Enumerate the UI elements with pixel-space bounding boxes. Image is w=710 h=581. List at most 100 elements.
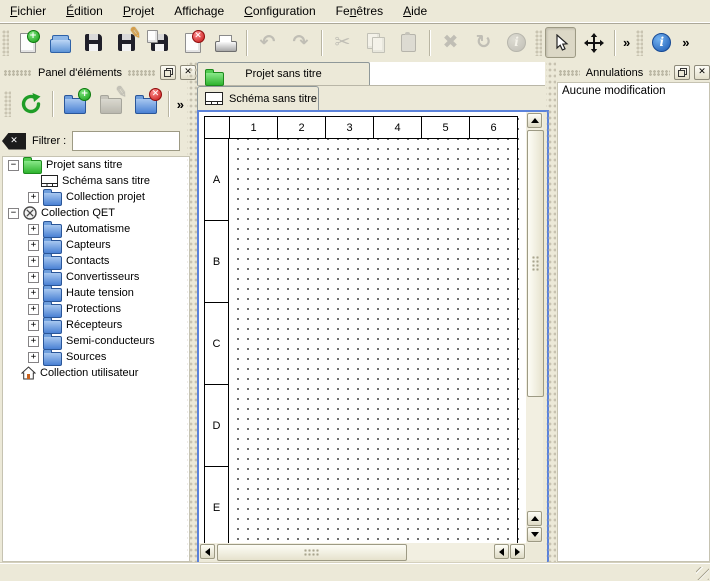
folder-new-icon: + [60,89,90,119]
horizontal-scrollbar-thumb[interactable] [217,544,407,561]
tree-expander-icon[interactable]: + [28,272,39,283]
tree-item-projet-sans-titre[interactable]: −Projet sans titre [3,157,189,173]
save-all-button[interactable] [144,27,175,58]
tree-item-collection-qet[interactable]: −Collection QET [3,205,189,221]
menu-fichier[interactable]: Fichier [0,1,56,21]
tree-expander-icon[interactable]: + [28,336,39,347]
print-button[interactable] [210,27,241,58]
refresh-icon [16,89,46,119]
scroll-left-button-2[interactable] [494,544,509,559]
titlebar-texture [649,70,670,76]
new-category-button[interactable]: + [58,87,91,121]
tree-item-label: Convertisseurs [66,271,139,283]
tree-item-label: Sources [66,351,106,363]
titlebar-texture [559,70,580,76]
schema-icon [41,175,58,187]
tree-item-capteurs[interactable]: +Capteurs [3,237,189,253]
diagram-information-button[interactable]: i [646,27,677,58]
blue-folder-icon [43,240,62,254]
menu-projet[interactable]: Projet [113,1,164,21]
undo-panel-title: Annulations [584,67,646,79]
scroll-left-button[interactable] [200,544,215,559]
tree-item-label: Récepteurs [66,319,122,331]
tree-expander-icon[interactable]: + [28,256,39,267]
close-file-button[interactable]: ✕ [177,27,208,58]
save-icon [81,30,107,56]
scroll-down-button[interactable] [527,527,542,542]
menu-configuration[interactable]: Configuration [234,1,326,21]
diagram-canvas[interactable]: 123456ABCDE [199,112,526,543]
panel-toolbar-overflow[interactable]: » [173,89,188,119]
left-splitter[interactable] [187,62,197,562]
tree-item-recepteurs[interactable]: + Récepteurs [3,317,189,333]
green-folder-icon [23,160,42,174]
horizontal-scrollbar[interactable] [199,543,526,560]
scroll-up-button-2[interactable] [527,511,542,526]
save-as-button[interactable]: ✎ [111,27,142,58]
schema-tab-bar: Schéma sans titre [197,85,545,110]
sheet-row-area [229,385,517,467]
toolbar-separator [52,91,53,117]
element-information-button: i [501,27,532,58]
float-undo-panel-button[interactable] [674,65,690,80]
tree-item-schema-sans-titre[interactable]: Schéma sans titre [3,173,189,189]
selection-toolbar-overflow[interactable]: » [619,28,634,58]
toolbar-handle[interactable] [636,30,643,56]
menu-edition[interactable]: Édition [56,1,113,21]
toolbar-separator [614,30,615,56]
delete-category-button[interactable]: ✕ [129,87,162,121]
toolbar-handle[interactable] [4,91,11,117]
folder-edit-icon: ✎ [96,89,126,119]
tree-item-automatisme[interactable]: +Automatisme [3,221,189,237]
save-button[interactable] [78,27,109,58]
blue-folder-icon [43,304,62,318]
menu-fenetres[interactable]: Fenêtres [326,1,393,21]
tree-expander-icon[interactable]: + [28,224,39,235]
open-project-button[interactable] [45,27,76,58]
tree-item-sources[interactable]: + Sources [3,349,189,365]
tree-expander-icon[interactable]: + [28,352,39,363]
scroll-up-button[interactable] [527,113,542,128]
tree-item-protections[interactable]: +Protections [3,301,189,317]
tree-item-haute-tension[interactable]: +Haute tension [3,285,189,301]
undo-list-item[interactable]: Aucune modification [558,83,709,99]
move-mode-button[interactable] [578,27,609,58]
scroll-right-button[interactable] [510,544,525,559]
new-document-button[interactable]: + [12,27,43,58]
right-splitter[interactable] [546,62,556,562]
vertical-scrollbar[interactable] [526,112,543,543]
reload-collections-button[interactable] [14,87,47,121]
toolbar-handle[interactable] [535,30,542,56]
tree-expander-icon[interactable]: + [28,192,39,203]
tree-item-collection-projet[interactable]: + Collection projet [3,189,189,205]
tab-projet-sans-titre[interactable]: Projet sans titre [197,62,370,85]
tree-item-collection-utilisateur[interactable]: Collection utilisateur [3,365,189,381]
filter-input[interactable] [72,131,180,151]
tree-expander-icon[interactable]: − [8,160,19,171]
tree-expander-icon[interactable]: + [28,240,39,251]
row-header-E: E [205,467,229,543]
menu-affichage[interactable]: Affichage [164,1,234,21]
tree-item-semi-conducteurs[interactable]: +Semi-conducteurs [3,333,189,349]
toolbar-handle[interactable] [2,30,9,56]
clear-filter-button[interactable]: ✕ [2,133,26,150]
tree-expander-icon[interactable]: + [28,320,39,331]
tree-expander-icon[interactable]: + [28,304,39,315]
tree-item-contacts[interactable]: +Contacts [3,253,189,269]
close-undo-panel-button[interactable]: ✕ [694,65,710,80]
float-panel-button[interactable] [160,65,176,80]
tree-item-convertisseurs[interactable]: + Convertisseurs [3,269,189,285]
tree-item-label: Collection projet [66,191,145,203]
resize-grip[interactable] [696,567,709,580]
diagram-toolbar-overflow[interactable]: » [678,28,693,58]
tab-schema-sans-titre[interactable]: Schéma sans titre [197,86,319,110]
info-gray-icon: i [504,30,530,56]
tree-expander-icon[interactable]: − [8,208,19,219]
menu-aide[interactable]: Aide [393,1,437,21]
select-mode-button[interactable] [545,27,576,58]
diagram-sheet: 123456ABCDE [204,116,518,543]
vertical-scrollbar-thumb[interactable] [527,130,544,397]
tree-expander-icon[interactable]: + [28,288,39,299]
row-header-B: B [205,221,229,303]
undo-button: ↶ [252,27,283,58]
